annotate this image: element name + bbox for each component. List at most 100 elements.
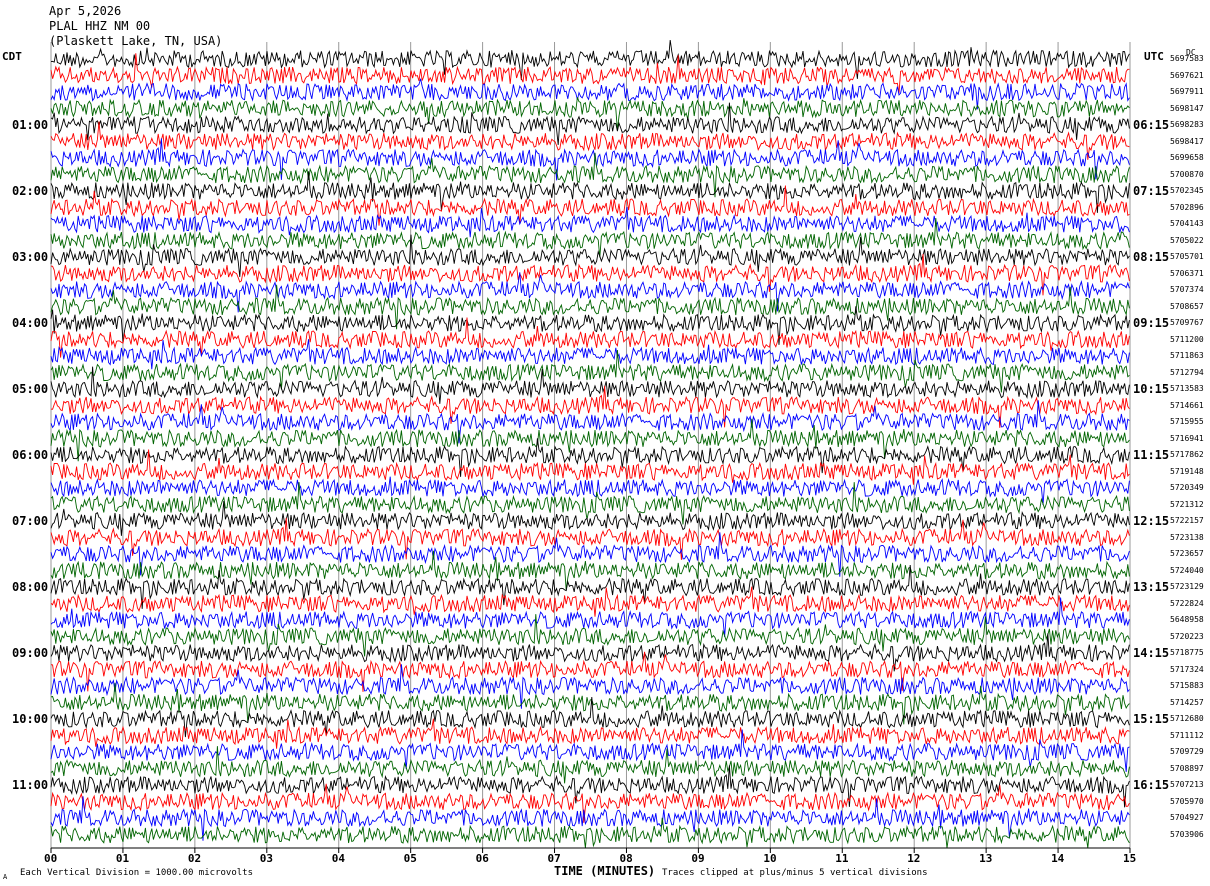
trace-mean-value: 5699658 [1170, 153, 1204, 162]
trace-line [50, 385, 1130, 428]
x-tick-label: 14 [1051, 852, 1065, 865]
trace-mean-value: 5697621 [1170, 70, 1204, 80]
trace-mean-value: 5707374 [1170, 285, 1204, 294]
trace-mean-value: 5717324 [1170, 664, 1204, 674]
right-hour-label: 09:15 [1133, 316, 1170, 330]
trace-mean-value: 5705701 [1170, 252, 1204, 261]
trace-mean-value: 5648958 [1170, 615, 1204, 624]
right-hour-label: 12:15 [1133, 514, 1170, 528]
left-hour-label: 11:00 [12, 778, 49, 792]
trace-mean-value: 5719148 [1170, 466, 1204, 476]
trace-mean-value: 5700870 [1170, 169, 1204, 179]
x-tick-label: 10 [763, 852, 777, 865]
trace-mean-value: 5722157 [1170, 516, 1204, 525]
left-hour-label: 02:00 [12, 184, 49, 198]
right-hour-label: 13:15 [1133, 580, 1170, 594]
right-hour-label: 16:15 [1133, 778, 1170, 792]
clip-note: Traces clipped at plus/minus 5 vertical … [662, 868, 928, 878]
trace-mean-value: 5715883 [1170, 681, 1204, 690]
trace-mean-value: 5708897 [1170, 763, 1204, 773]
x-tick-label: 15 [1123, 852, 1137, 865]
left-hour-label: 04:00 [12, 316, 49, 330]
trace-line [50, 476, 1130, 506]
x-tick-label: 13 [979, 852, 993, 865]
trace-mean-value: 5714661 [1170, 400, 1204, 410]
right-timezone-label: UTC [1144, 50, 1164, 63]
trace-mean-value: 5708657 [1170, 301, 1204, 311]
trace-mean-value: 5711200 [1170, 334, 1204, 344]
x-tick-label: 01 [115, 852, 130, 865]
trace-mean-value: 5705022 [1170, 235, 1204, 245]
left-hour-label: 07:00 [12, 514, 49, 528]
trace-mean-value: 5712680 [1170, 714, 1204, 723]
trace-mean-value: 5718775 [1170, 648, 1204, 657]
left-hour-label: 05:00 [12, 382, 49, 396]
trace-line [50, 682, 1130, 725]
trace-line [50, 501, 1130, 536]
plot-date: Apr 5,2026 [49, 4, 122, 18]
left-hour-label: 06:00 [12, 448, 49, 462]
right-hour-label: 14:15 [1133, 646, 1170, 660]
trace-mean-value: 5713583 [1170, 384, 1204, 393]
trace-line [50, 633, 1130, 672]
left-hour-label: 10:00 [12, 712, 49, 726]
trace-mean-value: 5697583 [1170, 54, 1204, 63]
left-timezone-label: CDT [2, 50, 22, 63]
trace-line [50, 664, 1130, 709]
trace-mean-value: 5704143 [1170, 219, 1204, 228]
helicorder-plot [50, 39, 1131, 853]
trace-mean-value: 5723657 [1170, 549, 1204, 558]
trace-mean-value: 5698417 [1170, 136, 1204, 146]
trace-line [50, 718, 1130, 749]
right-hour-label: 08:15 [1133, 250, 1170, 264]
right-hour-label: 06:15 [1133, 118, 1170, 132]
trace-mean-value: 5702345 [1170, 186, 1204, 195]
trace-line [50, 696, 1130, 738]
right-hour-label: 15:15 [1133, 712, 1170, 726]
x-tick-label: 06 [475, 852, 489, 865]
trace-mean-value: 5705970 [1170, 796, 1204, 806]
trace-mean-value: 5709767 [1170, 318, 1204, 327]
trace-mean-value: 5706371 [1170, 268, 1204, 278]
trace-mean-value: 5698283 [1170, 120, 1204, 129]
trace-mean-value: 5707213 [1170, 780, 1204, 789]
left-hour-label: 01:00 [12, 118, 49, 132]
x-tick-label: 05 [403, 852, 417, 865]
x-axis-title: TIME (MINUTES) [554, 864, 656, 878]
trace-line [50, 517, 1130, 560]
x-tick-label: 03 [259, 852, 274, 865]
trace-mean-value: 5724040 [1170, 565, 1204, 575]
left-hour-label: 03:00 [12, 250, 49, 264]
trace-mean-value: 5723129 [1170, 582, 1204, 591]
x-tick-label: 11 [835, 852, 849, 865]
trace-line [50, 729, 1130, 772]
trace-line [50, 97, 1130, 131]
trace-mean-value: 5702896 [1170, 202, 1204, 212]
x-tick-label: 09 [691, 852, 705, 865]
corner-mark: A [3, 873, 8, 881]
trace-mean-value: 5698147 [1170, 103, 1204, 113]
trace-mean-value: 5714257 [1170, 697, 1204, 707]
station-name: (Plaskett Lake, TN, USA) [49, 34, 223, 48]
left-hour-label: 09:00 [12, 646, 49, 660]
trace-mean-value: 5711112 [1170, 730, 1204, 740]
trace-line [50, 317, 1130, 358]
trace-line [50, 366, 1130, 404]
x-tick-label: 02 [187, 852, 202, 865]
trace-mean-value: 5704927 [1170, 813, 1204, 822]
right-hour-label: 10:15 [1133, 382, 1170, 396]
trace-mean-value: 5720223 [1170, 631, 1204, 641]
trace-mean-value: 5712794 [1170, 367, 1204, 377]
trace-mean-value: 5709729 [1170, 747, 1204, 756]
station-code: PLAL HHZ NM 00 [49, 19, 151, 33]
trace-mean-value: 5697911 [1170, 87, 1204, 96]
left-hour-label: 08:00 [12, 580, 49, 594]
trace-mean-value: 5722824 [1170, 598, 1204, 608]
right-hour-label: 07:15 [1133, 184, 1170, 198]
trace-mean-value: 5715955 [1170, 417, 1204, 426]
trace-line [50, 339, 1130, 370]
x-tick-label: 04 [331, 852, 345, 865]
vertical-division-note: Each Vertical Division = 1000.00 microvo… [20, 868, 253, 878]
x-tick-label: 12 [907, 852, 921, 865]
trace-mean-value: 5716941 [1170, 433, 1204, 443]
